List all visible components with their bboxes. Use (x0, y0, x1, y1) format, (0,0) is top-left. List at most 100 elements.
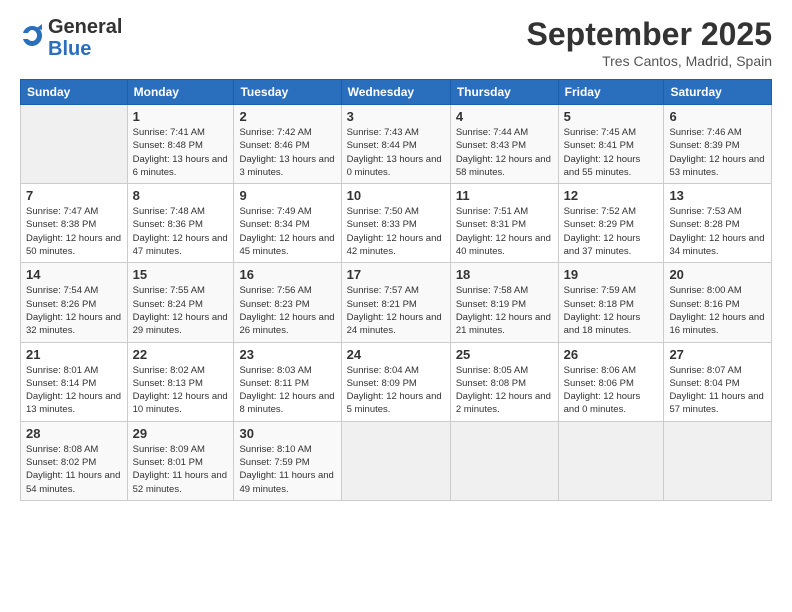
table-row: 8Sunrise: 7:48 AM Sunset: 8:36 PM Daylig… (127, 184, 234, 263)
table-row (341, 421, 450, 500)
table-row (558, 421, 664, 500)
page: General Blue September 2025 Tres Cantos,… (0, 0, 792, 612)
day-info: Sunrise: 7:45 AM Sunset: 8:41 PM Dayligh… (564, 126, 659, 179)
day-number: 21 (26, 347, 122, 362)
day-info: Sunrise: 7:57 AM Sunset: 8:21 PM Dayligh… (347, 284, 445, 337)
day-number: 3 (347, 109, 445, 124)
day-info: Sunrise: 7:58 AM Sunset: 8:19 PM Dayligh… (456, 284, 553, 337)
col-tuesday: Tuesday (234, 80, 341, 105)
day-info: Sunrise: 7:49 AM Sunset: 8:34 PM Dayligh… (239, 205, 335, 258)
day-info: Sunrise: 7:56 AM Sunset: 8:23 PM Dayligh… (239, 284, 335, 337)
day-info: Sunrise: 8:05 AM Sunset: 8:08 PM Dayligh… (456, 364, 553, 417)
table-row: 27 Sunrise: 8:07 AM Sunset: 8:04 PM Dayli… (664, 342, 772, 421)
table-row: 14 Sunrise: 7:54 AM Sunset: 8:26 PM Dayli… (21, 263, 128, 342)
day-number: 25 (456, 347, 553, 362)
day-info: Sunrise: 8:07 AM Sunset: 8:04 PM Dayligh… (669, 364, 766, 417)
day-info: Sunrise: 8:00 AM Sunset: 8:16 PM Dayligh… (669, 284, 766, 337)
day-number: 16 (239, 267, 335, 282)
table-row: 23Sunrise: 8:03 AM Sunset: 8:11 PM Dayli… (234, 342, 341, 421)
title-block: September 2025 Tres Cantos, Madrid, Spai… (527, 16, 772, 69)
col-saturday: Saturday (664, 80, 772, 105)
calendar-header-row: Sunday Monday Tuesday Wednesday Thursday… (21, 80, 772, 105)
day-info: Sunrise: 7:53 AM Sunset: 8:28 PM Dayligh… (669, 205, 766, 258)
day-number: 18 (456, 267, 553, 282)
table-row: 24Sunrise: 8:04 AM Sunset: 8:09 PM Dayli… (341, 342, 450, 421)
day-number: 8 (133, 188, 229, 203)
day-number: 29 (133, 426, 229, 441)
table-row: 29 Sunrise: 8:09 AM Sunset: 8:01 PM Dayli… (127, 421, 234, 500)
day-number: 30 (239, 426, 335, 441)
calendar-week-row: 21 Sunrise: 8:01 AM Sunset: 8:14 PM Dayli… (21, 342, 772, 421)
day-info: Sunrise: 8:01 AM Sunset: 8:14 PM Dayligh… (26, 364, 122, 417)
table-row: 20Sunrise: 8:00 AM Sunset: 8:16 PM Dayli… (664, 263, 772, 342)
day-number: 6 (669, 109, 766, 124)
day-info: Sunrise: 7:46 AM Sunset: 8:39 PM Dayligh… (669, 126, 766, 179)
table-row: 19 Sunrise: 7:59 AM Sunset: 8:18 PM Dayli… (558, 263, 664, 342)
table-row: 9 Sunrise: 7:49 AM Sunset: 8:34 PM Daylig… (234, 184, 341, 263)
table-row: 10 Sunrise: 7:50 AM Sunset: 8:33 PM Dayli… (341, 184, 450, 263)
table-row: 4Sunrise: 7:44 AM Sunset: 8:43 PM Daylig… (450, 105, 558, 184)
day-info: Sunrise: 7:50 AM Sunset: 8:33 PM Dayligh… (347, 205, 445, 258)
day-info: Sunrise: 7:59 AM Sunset: 8:18 PM Dayligh… (564, 284, 659, 337)
table-row: 16 Sunrise: 7:56 AM Sunset: 8:23 PM Dayli… (234, 263, 341, 342)
day-info: Sunrise: 8:04 AM Sunset: 8:09 PM Dayligh… (347, 364, 445, 417)
table-row: 7 Sunrise: 7:47 AM Sunset: 8:38 PM Daylig… (21, 184, 128, 263)
day-info: Sunrise: 7:52 AM Sunset: 8:29 PM Dayligh… (564, 205, 659, 258)
table-row: 1Sunrise: 7:41 AM Sunset: 8:48 PM Daylig… (127, 105, 234, 184)
day-info: Sunrise: 8:09 AM Sunset: 8:01 PM Dayligh… (133, 443, 229, 496)
col-friday: Friday (558, 80, 664, 105)
day-info: Sunrise: 7:47 AM Sunset: 8:38 PM Dayligh… (26, 205, 122, 258)
day-info: Sunrise: 8:08 AM Sunset: 8:02 PM Dayligh… (26, 443, 122, 496)
day-info: Sunrise: 7:43 AM Sunset: 8:44 PM Dayligh… (347, 126, 445, 179)
table-row: 17 Sunrise: 7:57 AM Sunset: 8:21 PM Dayli… (341, 263, 450, 342)
day-number: 14 (26, 267, 122, 282)
table-row: 3 Sunrise: 7:43 AM Sunset: 8:44 PM Daylig… (341, 105, 450, 184)
day-info: Sunrise: 7:54 AM Sunset: 8:26 PM Dayligh… (26, 284, 122, 337)
table-row (664, 421, 772, 500)
calendar-week-row: 14 Sunrise: 7:54 AM Sunset: 8:26 PM Dayli… (21, 263, 772, 342)
col-wednesday: Wednesday (341, 80, 450, 105)
table-row: 12Sunrise: 7:52 AM Sunset: 8:29 PM Dayli… (558, 184, 664, 263)
col-monday: Monday (127, 80, 234, 105)
col-thursday: Thursday (450, 80, 558, 105)
table-row: 18 Sunrise: 7:58 AM Sunset: 8:19 PM Dayli… (450, 263, 558, 342)
table-row: 15Sunrise: 7:55 AM Sunset: 8:24 PM Dayli… (127, 263, 234, 342)
day-number: 11 (456, 188, 553, 203)
logo: General Blue (20, 16, 122, 60)
table-row: 28 Sunrise: 8:08 AM Sunset: 8:02 PM Dayli… (21, 421, 128, 500)
location: Tres Cantos, Madrid, Spain (527, 53, 772, 69)
table-row: 26 Sunrise: 8:06 AM Sunset: 8:06 PM Dayli… (558, 342, 664, 421)
day-info: Sunrise: 8:06 AM Sunset: 8:06 PM Dayligh… (564, 364, 659, 417)
day-info: Sunrise: 7:41 AM Sunset: 8:48 PM Dayligh… (133, 126, 229, 179)
header: General Blue September 2025 Tres Cantos,… (20, 16, 772, 69)
day-info: Sunrise: 8:10 AM Sunset: 7:59 PM Dayligh… (239, 443, 335, 496)
day-number: 17 (347, 267, 445, 282)
day-number: 19 (564, 267, 659, 282)
day-number: 15 (133, 267, 229, 282)
day-number: 27 (669, 347, 766, 362)
day-info: Sunrise: 7:51 AM Sunset: 8:31 PM Dayligh… (456, 205, 553, 258)
day-number: 28 (26, 426, 122, 441)
day-number: 26 (564, 347, 659, 362)
logo-icon (20, 24, 44, 52)
day-info: Sunrise: 7:42 AM Sunset: 8:46 PM Dayligh… (239, 126, 335, 179)
logo-text: General Blue (48, 16, 122, 60)
table-row (450, 421, 558, 500)
col-sunday: Sunday (21, 80, 128, 105)
table-row: 2Sunrise: 7:42 AM Sunset: 8:46 PM Daylig… (234, 105, 341, 184)
table-row: 5 Sunrise: 7:45 AM Sunset: 8:41 PM Daylig… (558, 105, 664, 184)
table-row: 11 Sunrise: 7:51 AM Sunset: 8:31 PM Dayli… (450, 184, 558, 263)
day-number: 5 (564, 109, 659, 124)
table-row: 13Sunrise: 7:53 AM Sunset: 8:28 PM Dayli… (664, 184, 772, 263)
day-number: 7 (26, 188, 122, 203)
day-info: Sunrise: 7:44 AM Sunset: 8:43 PM Dayligh… (456, 126, 553, 179)
month-title: September 2025 (527, 16, 772, 53)
table-row (21, 105, 128, 184)
day-info: Sunrise: 8:02 AM Sunset: 8:13 PM Dayligh… (133, 364, 229, 417)
day-number: 23 (239, 347, 335, 362)
calendar-week-row: 1Sunrise: 7:41 AM Sunset: 8:48 PM Daylig… (21, 105, 772, 184)
day-number: 9 (239, 188, 335, 203)
table-row: 25 Sunrise: 8:05 AM Sunset: 8:08 PM Dayli… (450, 342, 558, 421)
day-number: 22 (133, 347, 229, 362)
day-number: 10 (347, 188, 445, 203)
